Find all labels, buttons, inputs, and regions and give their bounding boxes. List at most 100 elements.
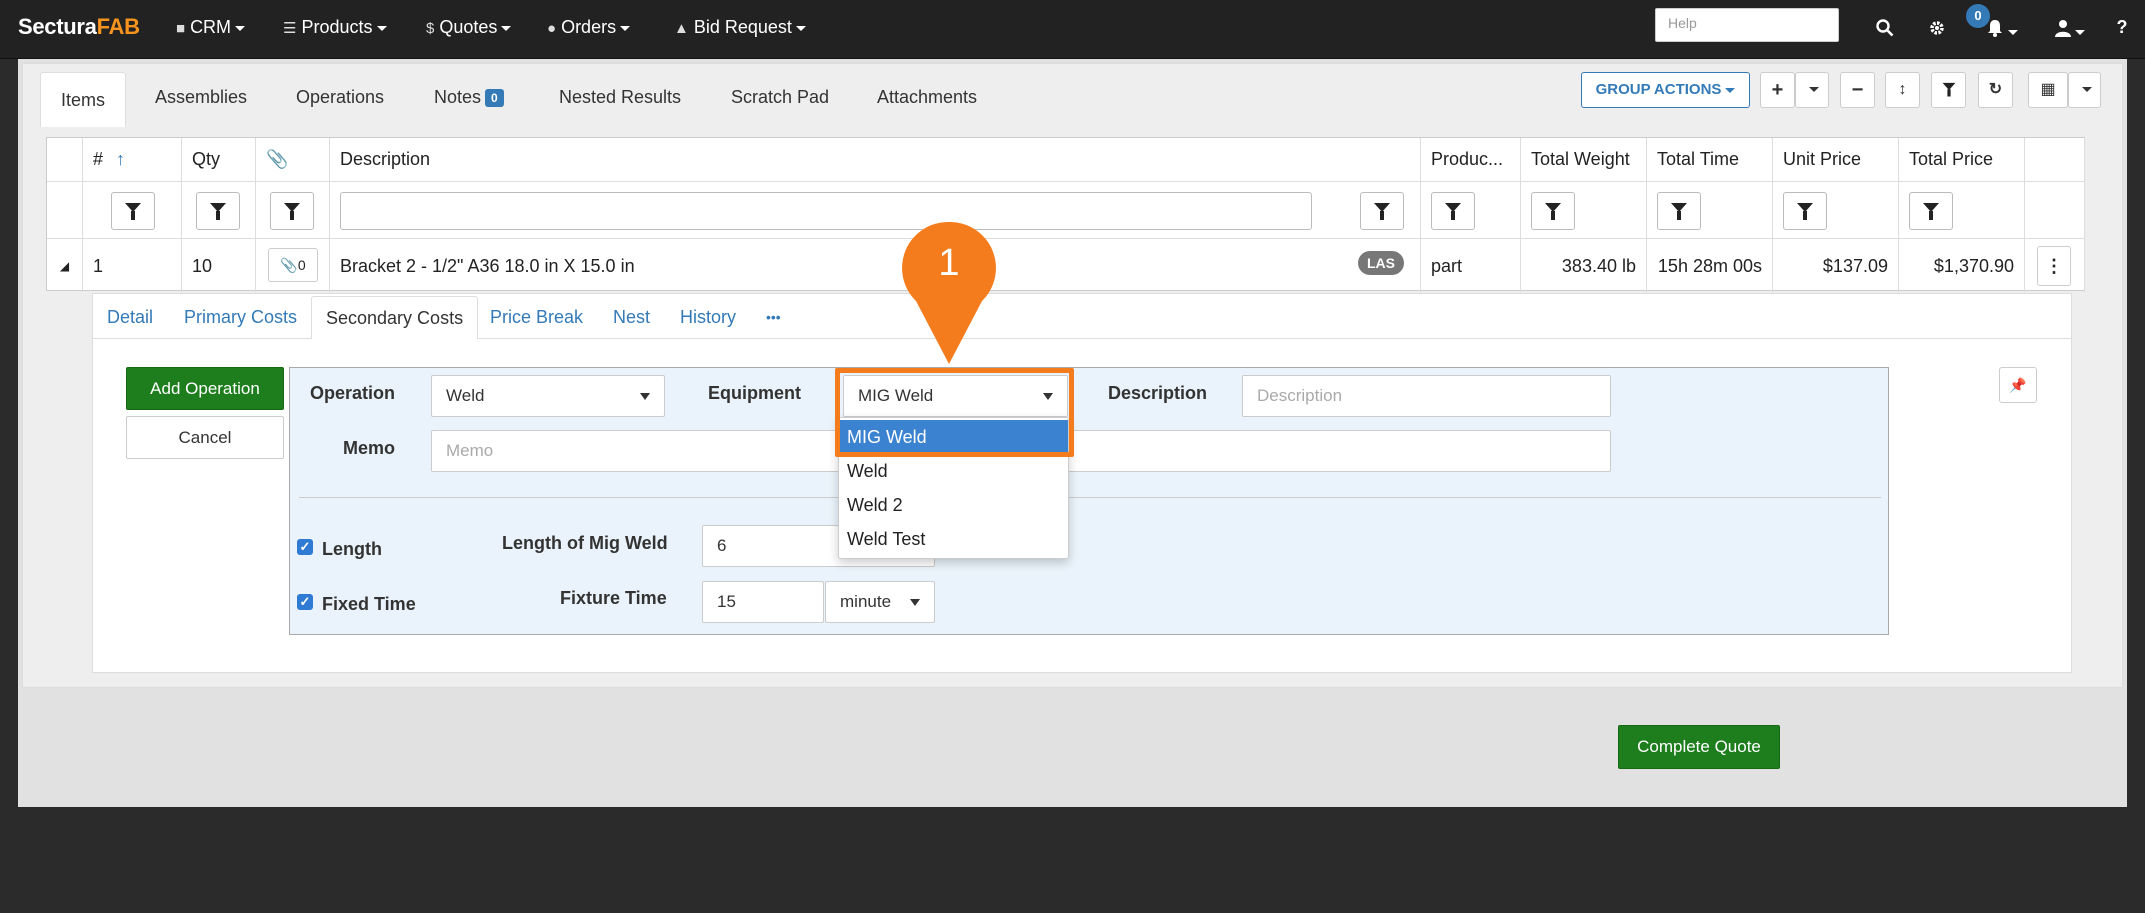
subtab-more-icon[interactable]: •••: [766, 296, 781, 339]
row-attachments-button[interactable]: 📎0: [268, 248, 318, 282]
notifications-bell-icon[interactable]: [1982, 0, 2022, 57]
top-navbar: SecturaFAB ■ CRM ☰ Products $ Quotes ● Order…: [0, 0, 2145, 59]
grid-header-actions: [2025, 138, 2085, 181]
filter-cell-expander: [47, 181, 83, 238]
add-operation-button[interactable]: Add Operation: [126, 367, 284, 410]
row-collapse-icon[interactable]: ◢: [47, 238, 83, 292]
equipment-option-weld[interactable]: Weld: [839, 454, 1068, 488]
fixture-time-unit-select[interactable]: minute: [825, 581, 935, 623]
row-actions-cell: ⋮: [2025, 238, 2085, 292]
grid-header-attachments[interactable]: 📎: [256, 138, 330, 181]
operation-select[interactable]: Weld: [431, 375, 665, 417]
filter-icon[interactable]: [1431, 192, 1475, 230]
grid-header-unit-price[interactable]: Unit Price: [1773, 138, 1899, 181]
length-checkbox-label: Length: [322, 539, 382, 559]
filter-icon[interactable]: [196, 192, 240, 230]
resize-vertical-icon[interactable]: ↕: [1885, 72, 1920, 108]
row-description: Bracket 2 - 1/2" A36 18.0 in X 15.0 in: [330, 238, 1421, 292]
description-filter-input[interactable]: [340, 192, 1312, 230]
filter-icon[interactable]: [270, 192, 314, 230]
bell-icon: ●: [547, 20, 557, 37]
tab-notes[interactable]: Notes 0: [434, 70, 504, 125]
nav-orders[interactable]: ● Orders: [547, 0, 631, 57]
nav-products[interactable]: ☰ Products: [283, 0, 387, 57]
row-menu-kebab-icon[interactable]: ⋮: [2037, 246, 2071, 286]
subtab-primary-costs[interactable]: Primary Costs: [184, 296, 297, 339]
row-qty: 10: [182, 238, 256, 292]
tab-assemblies[interactable]: Assemblies: [155, 70, 247, 125]
pin-icon[interactable]: 📌: [1999, 367, 2037, 403]
search-icon[interactable]: [1870, 0, 1900, 57]
grid-header-total-weight[interactable]: Total Weight: [1521, 138, 1647, 181]
filter-icon[interactable]: [1531, 192, 1575, 230]
tab-items[interactable]: Items: [40, 72, 127, 127]
row-unit-price: $137.09: [1773, 238, 1899, 292]
filter-icon[interactable]: [1909, 192, 1953, 230]
nav-crm[interactable]: ■ CRM: [176, 0, 246, 57]
filter-cell-attachments: [256, 181, 330, 238]
equipment-label: Equipment: [708, 383, 801, 403]
nav-quotes[interactable]: $ Quotes: [426, 0, 512, 57]
grid-header-qty[interactable]: Qty: [182, 138, 256, 181]
gear-icon[interactable]: [1922, 0, 1952, 57]
filter-icon[interactable]: [1931, 72, 1966, 108]
add-dropdown-chevron-icon[interactable]: [1795, 72, 1829, 108]
grid-header-number[interactable]: # ↑: [83, 138, 182, 181]
filter-icon[interactable]: [1783, 192, 1827, 230]
brand-logo[interactable]: SecturaFAB: [18, 14, 140, 40]
length-checkbox[interactable]: ✓: [297, 539, 313, 555]
complete-quote-button[interactable]: Complete Quote: [1618, 725, 1780, 769]
subtab-nest[interactable]: Nest: [613, 296, 650, 339]
filter-icon[interactable]: [111, 192, 155, 230]
nav-bid-request[interactable]: ▲ Bid Request: [674, 0, 806, 57]
row-total-time: 15h 28m 00s: [1647, 238, 1773, 292]
grid-header-product[interactable]: Produc...: [1421, 138, 1521, 181]
filter-cell-description: [330, 181, 1421, 238]
cancel-button[interactable]: Cancel: [126, 416, 284, 459]
dollar-icon: $: [426, 20, 435, 37]
grid-header-total-time[interactable]: Total Time: [1647, 138, 1773, 181]
length-of-mig-weld-label: Length of Mig Weld: [502, 533, 668, 553]
user-menu-icon[interactable]: [2050, 0, 2090, 57]
row-total-price: $1,370.90: [1899, 238, 2025, 292]
operation-label: Operation: [310, 383, 396, 403]
help-question-icon[interactable]: ?: [2112, 0, 2132, 57]
add-icon[interactable]: +: [1760, 72, 1795, 108]
row-product: part: [1421, 238, 1521, 292]
columns-dropdown-chevron-icon[interactable]: [2068, 72, 2101, 108]
subtab-secondary-costs[interactable]: Secondary Costs: [311, 296, 479, 339]
table-columns-icon[interactable]: ▦: [2028, 72, 2068, 108]
filter-cell-number: [83, 181, 182, 238]
items-grid: # ↑ Qty 📎 Description Produc... Total We…: [46, 137, 2085, 292]
tab-operations[interactable]: Operations: [296, 70, 384, 125]
help-search-input[interactable]: Help: [1655, 8, 1839, 42]
subtab-history[interactable]: History: [680, 296, 736, 339]
filter-cell-product: [1421, 181, 1521, 238]
step-callout-marker: 1: [902, 221, 996, 364]
filter-icon[interactable]: [1657, 192, 1701, 230]
remove-icon[interactable]: −: [1840, 72, 1875, 108]
paperclip-icon: 📎: [280, 257, 298, 273]
equipment-highlight-box: [835, 368, 1074, 457]
group-actions-button[interactable]: GROUP ACTIONS: [1581, 72, 1750, 108]
las-tag-badge: LAS: [1358, 251, 1404, 275]
subtab-detail[interactable]: Detail: [107, 296, 153, 339]
subtab-price-break[interactable]: Price Break: [490, 296, 583, 339]
fixed-time-checkbox[interactable]: ✓: [297, 594, 313, 610]
fixture-time-input[interactable]: 15: [702, 581, 824, 623]
notes-count-badge: 0: [485, 89, 504, 108]
equipment-option-weld-test[interactable]: Weld Test: [839, 522, 1068, 556]
equipment-option-weld-2[interactable]: Weld 2: [839, 488, 1068, 522]
barcode-icon: ☰: [283, 20, 297, 37]
user-icon: ■: [176, 20, 186, 37]
grid-header-expander: [47, 138, 83, 181]
tab-scratch-pad[interactable]: Scratch Pad: [731, 70, 829, 125]
grid-header-description[interactable]: Description: [330, 138, 1421, 181]
refresh-icon[interactable]: ↻: [1978, 72, 2013, 108]
tab-attachments[interactable]: Attachments: [877, 70, 977, 125]
filter-icon[interactable]: [1360, 192, 1404, 230]
grid-header-total-price[interactable]: Total Price: [1899, 138, 2025, 181]
description-input[interactable]: Description: [1242, 375, 1611, 417]
filter-cell-unit-price: [1773, 181, 1899, 238]
tab-nested-results[interactable]: Nested Results: [559, 70, 681, 125]
